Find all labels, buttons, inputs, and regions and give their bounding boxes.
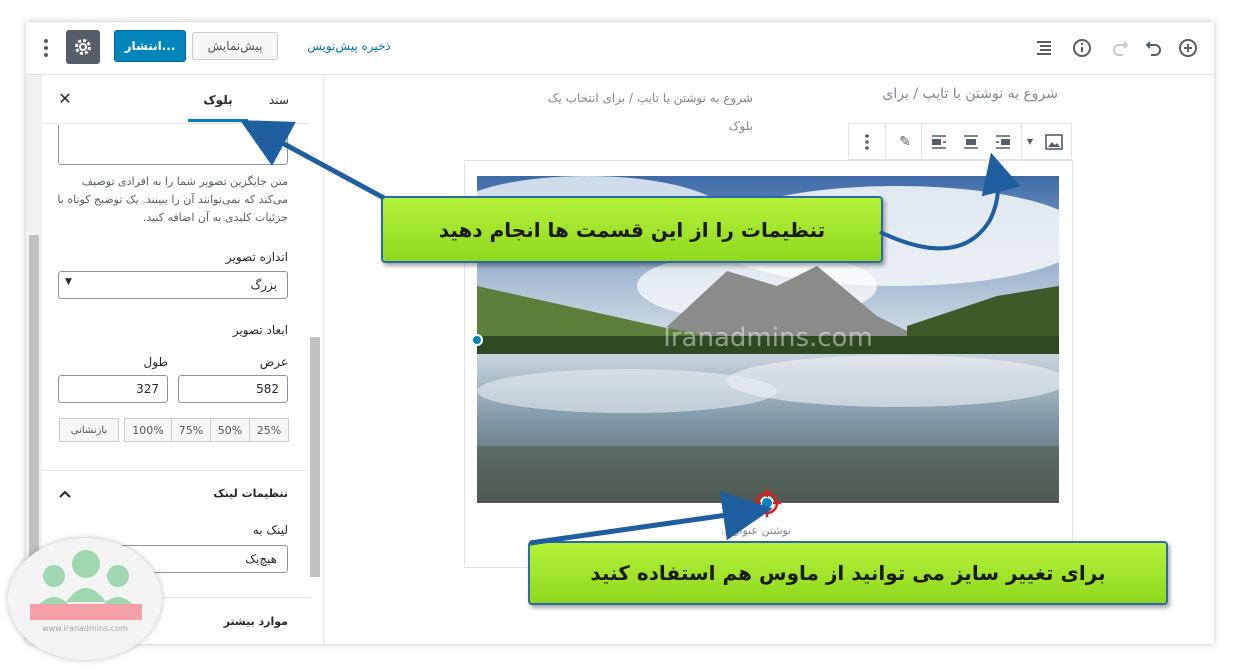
callout-settings-hint: تنظیمات را از این قسمت ها انجام دهید: [381, 196, 883, 263]
width-value: 582: [256, 382, 279, 396]
width-label: عرض: [259, 355, 288, 369]
paragraph-placeholder-left[interactable]: شروع به نوشتن یا تایپ / برای انتخاب یک ب…: [521, 84, 753, 140]
align-left-icon[interactable]: [921, 124, 957, 159]
crosshair-cursor-icon: [753, 489, 781, 517]
preview-button[interactable]: پیش‌نمایش: [192, 32, 278, 60]
image-size-label: اندازه تصویر: [225, 250, 288, 264]
link-settings-title[interactable]: تنظیمات لینک: [176, 487, 288, 500]
outline-list-icon[interactable]: [1032, 36, 1056, 60]
settings-gear-icon[interactable]: [66, 30, 100, 64]
size-100-button[interactable]: 100%: [124, 418, 172, 442]
align-right-icon[interactable]: [985, 124, 1021, 159]
sidebar-scrollbar-thumb[interactable]: [310, 337, 320, 577]
tab-document[interactable]: سند: [254, 93, 304, 107]
height-label: طول: [143, 355, 168, 369]
tab-block[interactable]: بلوک: [188, 93, 248, 107]
resize-handle-left[interactable]: [471, 334, 483, 346]
image-size-value: بزرگ: [250, 278, 278, 292]
image-watermark: Iranadmins.com: [663, 323, 873, 353]
edit-pencil-icon[interactable]: ✎: [887, 124, 923, 159]
more-menu-icon[interactable]: [36, 36, 56, 60]
size-50-button[interactable]: 50%: [210, 418, 250, 442]
more-options-title[interactable]: موارد بیشتر: [176, 615, 288, 628]
image-block-icon[interactable]: [1035, 124, 1073, 159]
dimensions-label: ابعاد تصویر: [232, 323, 288, 337]
caption-placeholder[interactable]: نوشتن عنوان...: [706, 522, 806, 540]
chevron-down-icon[interactable]: ▼: [1023, 124, 1037, 159]
alt-text-help: متن جایگزین تصویر شما را به افرادی توصیف…: [57, 175, 288, 224]
image-size-select[interactable]: بزرگ ▼: [58, 271, 288, 299]
callout-resize-hint: برای تغییر سایز می توانید از ماوس هم است…: [528, 541, 1168, 605]
redo-icon[interactable]: [1108, 36, 1132, 60]
height-input[interactable]: 327: [58, 375, 168, 403]
link-to-value: هیچ‌یک: [245, 552, 277, 566]
size-25-button[interactable]: 25%: [249, 418, 289, 442]
more-options-icon[interactable]: [849, 124, 885, 159]
reset-size-button[interactable]: بازنشانی: [59, 418, 119, 442]
add-block-icon[interactable]: [1176, 36, 1200, 60]
logo-site-text: www.iranadmins.com: [42, 624, 128, 633]
alt-text-textarea[interactable]: [58, 125, 288, 165]
site-logo: www.iranadmins.com: [8, 538, 162, 660]
align-center-icon[interactable]: [953, 124, 989, 159]
top-toolbar: انتشار... پیش‌نمایش ذخیره پیش‌نویس: [26, 22, 1214, 75]
link-to-label: لینک به: [252, 523, 288, 537]
paragraph-placeholder-right[interactable]: شروع به نوشتن یا تایپ / برای: [836, 86, 1058, 102]
publish-button[interactable]: انتشار...: [114, 30, 186, 62]
undo-icon[interactable]: [1142, 36, 1166, 60]
size-75-button[interactable]: 75%: [171, 418, 211, 442]
chevron-down-icon: ▼: [65, 277, 72, 287]
block-toolbar: ▼ ✎: [848, 123, 1072, 160]
height-value: 327: [136, 382, 159, 396]
save-draft-link[interactable]: ذخیره پیش‌نویس: [294, 32, 404, 60]
chevron-up-icon[interactable]: [56, 485, 74, 503]
close-icon[interactable]: ✕: [56, 89, 74, 108]
width-input[interactable]: 582: [178, 375, 288, 403]
info-icon[interactable]: [1070, 36, 1094, 60]
